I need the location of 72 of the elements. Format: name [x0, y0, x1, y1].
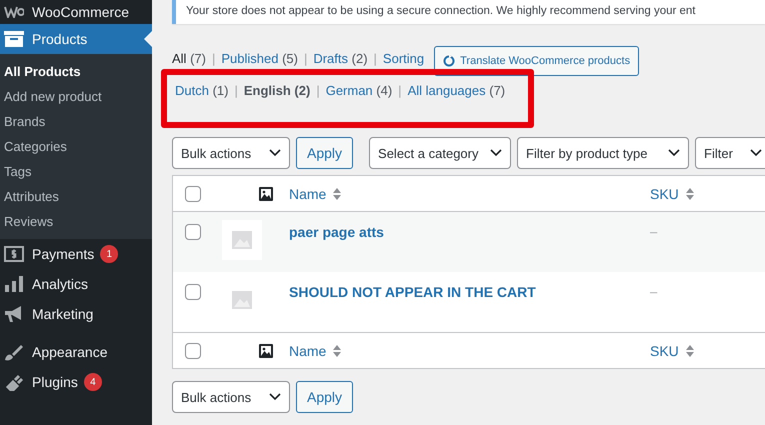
submenu-item[interactable]: Reviews [0, 209, 152, 234]
checkbox[interactable] [185, 186, 201, 202]
menu-item[interactable]: Plugins 4 [0, 367, 152, 397]
separator-text: | [234, 82, 238, 98]
megaphone-icon [4, 305, 24, 323]
chevron-down-icon [668, 149, 680, 157]
count-badge: 4 [84, 373, 102, 391]
dropdown[interactable]: Filter [695, 137, 765, 169]
bar-chart-icon [4, 276, 24, 292]
apply-button[interactable]: Apply [296, 137, 354, 169]
image-placeholder-icon [232, 291, 252, 309]
archive-box-icon [4, 31, 24, 47]
pointer-icon [144, 31, 152, 47]
filter-link[interactable]: German (4) [326, 82, 392, 98]
plug-icon [4, 373, 24, 391]
submenu-item[interactable]: All Products [0, 59, 152, 84]
count-badge: 1 [100, 245, 118, 263]
image-icon [259, 186, 273, 200]
apply-button[interactable]: Apply [296, 381, 354, 413]
submenu-item[interactable]: Categories [0, 134, 152, 159]
menu-item[interactable]: Products [0, 24, 152, 54]
column-header[interactable]: Name [289, 342, 326, 358]
paintbrush-icon [4, 343, 24, 361]
image-placeholder-icon [232, 231, 252, 249]
dropdown[interactable]: Select a category [369, 137, 512, 169]
menu-item[interactable]: Payments 1 [0, 239, 152, 269]
menu-item[interactable]: WooCommerce [0, 0, 152, 24]
filter-link[interactable]: Dutch (1) [175, 82, 228, 98]
submenu-item[interactable]: Tags [0, 159, 152, 184]
translate-button[interactable]: Translate WooCommerce products [434, 46, 640, 76]
product-name-link[interactable]: paer page atts [289, 224, 384, 240]
filter-link[interactable]: Sorting [382, 50, 424, 66]
dollar-card-icon [4, 246, 24, 262]
product-name-link[interactable]: SHOULD NOT APPEAR IN THE CART [289, 284, 536, 300]
menu-item[interactable]: Analytics [0, 269, 152, 299]
checkbox[interactable] [185, 224, 201, 240]
separator-text: | [374, 50, 377, 66]
dropdown[interactable]: Filter by product type [517, 137, 690, 169]
separator-text: | [398, 82, 402, 98]
separator-text: | [316, 82, 320, 98]
chevron-down-icon [750, 149, 762, 157]
chevron-down-icon [269, 393, 281, 401]
submenu-item[interactable]: Brands [0, 109, 152, 134]
separator-text: | [304, 50, 308, 66]
filter-link[interactable]: All (7) [172, 50, 206, 66]
column-header[interactable]: SKU [650, 186, 679, 202]
filter-link[interactable]: Drafts (2) [313, 50, 368, 66]
menu-item[interactable]: Appearance [0, 337, 152, 367]
checkbox[interactable] [185, 342, 201, 358]
submenu-item[interactable]: Add new product [0, 84, 152, 109]
column-header[interactable]: SKU [650, 342, 679, 358]
filter-link[interactable]: All languages (7) [408, 82, 506, 98]
filter-link[interactable]: Published (5) [221, 50, 298, 66]
sort-arrows-icon [684, 344, 695, 358]
menu-item[interactable]: Marketing [0, 299, 152, 329]
logo-icon [4, 6, 24, 18]
chevron-down-icon [490, 149, 502, 157]
notice-banner: Your store does not appear to be using a secure connection. We highly recommend serving your ent [172, 0, 765, 24]
sku-text: – [650, 224, 658, 239]
checkbox[interactable] [185, 284, 201, 300]
separator-text: | [212, 50, 216, 66]
sort-arrows-icon [684, 186, 695, 200]
submenu-item[interactable]: Attributes [0, 184, 152, 209]
sort-arrows-icon [332, 186, 342, 200]
sort-arrows-icon [332, 344, 342, 358]
dropdown[interactable]: Bulk actions [172, 381, 290, 413]
sku-text: – [650, 284, 658, 299]
filter-link[interactable]: English (2) [244, 82, 310, 98]
column-header[interactable]: Name [289, 186, 326, 202]
dropdown[interactable]: Bulk actions [172, 137, 290, 169]
chevron-down-icon [269, 149, 281, 157]
image-icon [259, 344, 273, 358]
